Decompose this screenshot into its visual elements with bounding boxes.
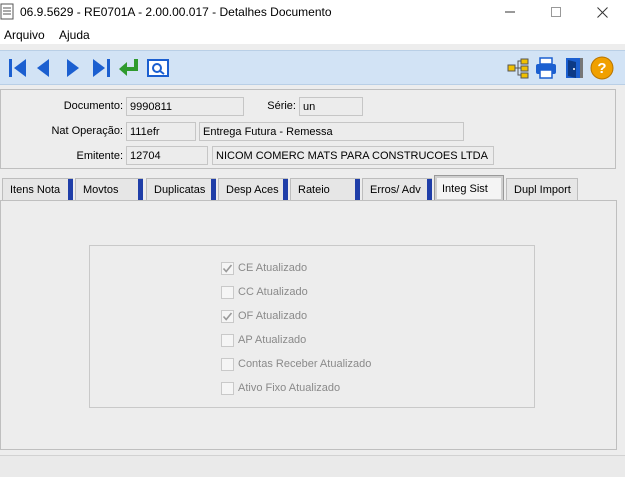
menu-bar: Arquivo Ajuda <box>0 24 625 44</box>
help-button[interactable]: ? <box>590 56 614 80</box>
checkbox-label: OF Atualizado <box>238 310 308 322</box>
checkbox-label: CC Atualizado <box>238 286 308 298</box>
menu-arquivo[interactable]: Arquivo <box>4 28 45 42</box>
checkbox-box <box>221 333 234 347</box>
first-record-button[interactable] <box>6 56 30 80</box>
first-record-icon <box>9 59 26 77</box>
cc-atualizado-checkbox[interactable]: CC Atualizado <box>221 283 308 301</box>
previous-record-icon <box>37 59 49 77</box>
exit-door-icon <box>566 58 583 78</box>
svg-text:?: ? <box>597 60 606 77</box>
of-atualizado-checkbox[interactable]: OF Atualizado <box>221 307 307 325</box>
checkbox-label: CE Atualizado <box>238 262 308 274</box>
maximize-icon <box>551 7 561 17</box>
maximize-button[interactable] <box>533 0 579 24</box>
documento-label: Documento: <box>63 100 123 112</box>
help-icon: ? <box>590 56 614 80</box>
nat-operacao-desc-field[interactable]: Entrega Futura - Remessa <box>199 122 464 141</box>
checkbox-box <box>221 381 234 395</box>
return-icon <box>119 59 138 76</box>
next-record-button[interactable] <box>60 56 84 80</box>
checkbox-box <box>221 309 234 323</box>
close-icon <box>596 6 608 18</box>
tab-movtos[interactable]: Movtos <box>75 178 143 201</box>
tab-itens-nota[interactable]: Itens Nota <box>2 178 73 201</box>
previous-record-button[interactable] <box>32 56 56 80</box>
tree-button[interactable] <box>506 56 530 80</box>
app-icon <box>0 3 14 20</box>
nat-operacao-code-field[interactable]: 111efr <box>126 122 196 141</box>
emitente-label: Emitente: <box>76 150 123 162</box>
last-record-button[interactable] <box>89 56 113 80</box>
close-button[interactable] <box>579 0 625 24</box>
checkbox-label: Contas Receber Atualizado <box>238 358 372 370</box>
emitente-name-field[interactable]: NICOM COMERC MATS PARA CONSTRUCOES LTDA <box>212 146 494 165</box>
integration-status-group: CE Atualizado CC Atualizado OF Atualizad… <box>89 245 535 408</box>
return-button[interactable] <box>117 56 141 80</box>
tab-rateio[interactable]: Rateio <box>290 178 360 201</box>
checkmark-icon <box>222 311 233 321</box>
tab-integ-sist[interactable]: Integ Sist <box>434 175 504 201</box>
tab-erros-adv[interactable]: Erros/ Adv <box>362 178 432 201</box>
document-header-panel: Documento: 9990811 Série: un Nat Operaçã… <box>0 89 616 169</box>
checkmark-icon <box>222 263 233 273</box>
minimize-icon <box>505 11 515 13</box>
title-bar: 06.9.5629 - RE0701A - 2.00.00.017 - Deta… <box>0 0 625 24</box>
contas-receber-atualizado-checkbox[interactable]: Contas Receber Atualizado <box>221 355 371 373</box>
menu-ajuda[interactable]: Ajuda <box>59 28 90 42</box>
emitente-code-field[interactable]: 12704 <box>126 146 208 165</box>
documento-field[interactable]: 9990811 <box>126 97 244 116</box>
ativo-fixo-atualizado-checkbox[interactable]: Ativo Fixo Atualizado <box>221 379 340 397</box>
nat-operacao-label: Nat Operação: <box>51 125 123 137</box>
checkbox-box <box>221 261 234 275</box>
minimize-button[interactable] <box>487 0 533 24</box>
print-button[interactable] <box>534 56 558 80</box>
tab-bar: Itens Nota Movtos Duplicatas Desp Aces R… <box>0 175 625 201</box>
tab-duplicatas[interactable]: Duplicatas <box>146 178 216 201</box>
zoom-icon <box>147 59 169 77</box>
last-record-icon <box>93 59 110 77</box>
next-record-icon <box>67 59 79 77</box>
toolbar: ? <box>0 50 625 85</box>
ce-atualizado-checkbox[interactable]: CE Atualizado <box>221 259 307 277</box>
checkbox-label: AP Atualizado <box>238 334 307 346</box>
serie-label: Série: <box>267 100 296 112</box>
serie-field[interactable]: un <box>299 97 363 116</box>
status-bar <box>0 455 625 477</box>
window-title: 06.9.5629 - RE0701A - 2.00.00.017 - Deta… <box>20 5 332 19</box>
tab-content-integ-sist: CE Atualizado CC Atualizado OF Atualizad… <box>0 200 617 450</box>
zoom-button[interactable] <box>146 56 170 80</box>
checkbox-box <box>221 285 234 299</box>
exit-button[interactable] <box>562 56 586 80</box>
tab-desp-aces[interactable]: Desp Aces <box>218 178 288 201</box>
checkbox-label: Ativo Fixo Atualizado <box>238 382 341 394</box>
checkbox-box <box>221 357 234 371</box>
tab-dupl-import[interactable]: Dupl Import <box>506 178 578 200</box>
print-icon <box>536 57 556 79</box>
tree-icon <box>507 58 529 79</box>
ap-atualizado-checkbox[interactable]: AP Atualizado <box>221 331 306 349</box>
